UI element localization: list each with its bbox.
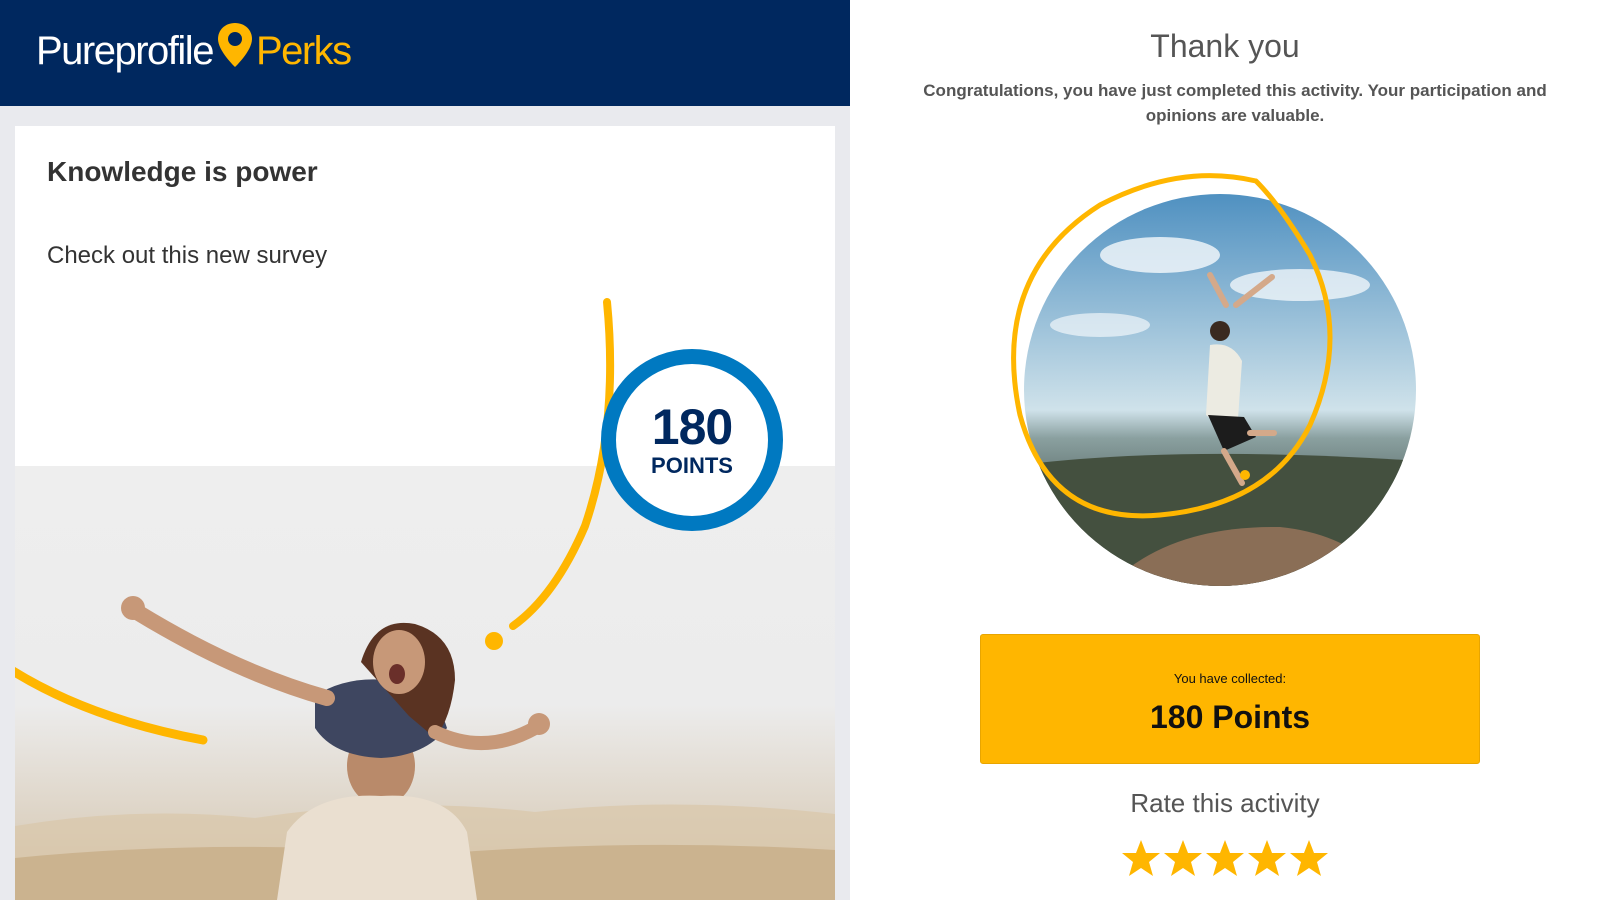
points-badge-value: 180 [651,399,733,455]
survey-card[interactable]: Knowledge is power Check out this new su… [15,126,835,900]
card-title: Knowledge is power [47,156,318,187]
points-badge-unit: POINTS [651,453,733,478]
brand-header: Pureprofile Perks [0,0,850,106]
star-icon[interactable] [1247,838,1287,878]
survey-promo-panel: Pureprofile Perks Knowledge is power Che… [0,0,850,900]
completion-message: Congratulations, you have just completed… [923,81,1547,125]
logo-secondary-text: Perks [255,28,352,73]
rate-activity-label: Rate this activity [1130,788,1320,818]
card-subtitle: Check out this new survey [47,242,328,269]
celebration-image [980,165,1440,605]
star-icon[interactable] [1205,838,1245,878]
points-badge: 180 POINTS [601,349,783,531]
map-pin-icon [215,21,255,71]
star-icon[interactable] [1121,838,1161,878]
pureprofile-perks-logo[interactable]: Pureprofile Perks [36,21,352,80]
star-icon[interactable] [1163,838,1203,878]
thank-you-heading: Thank you [1150,28,1300,64]
completion-panel: Thank you Congratulations, you have just… [850,0,1600,900]
collected-points-value: 180 Points [1149,699,1311,735]
collected-label: You have collected: [1173,671,1287,686]
star-icon[interactable] [1289,838,1329,878]
couple-photo [15,466,835,900]
points-collected-box: You have collected: 180 Points [980,634,1480,764]
star-rating[interactable] [850,838,1600,878]
logo-primary-text: Pureprofile [36,28,214,73]
